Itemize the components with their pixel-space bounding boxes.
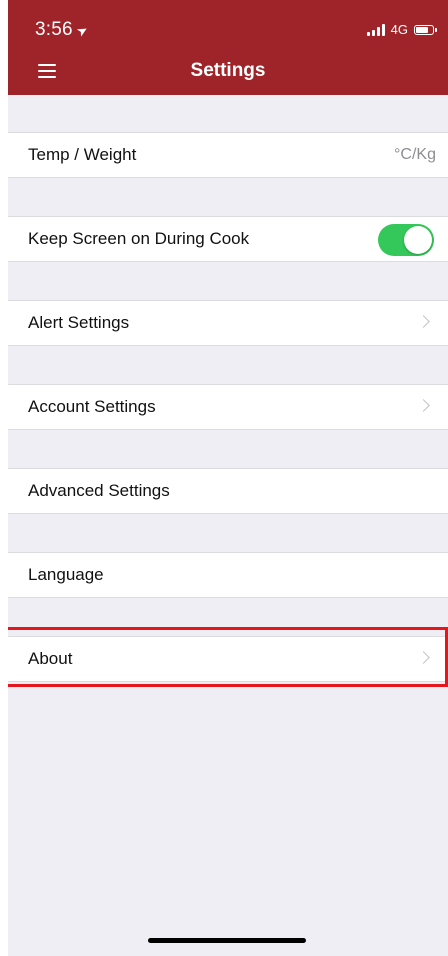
- chevron-right-icon: [417, 399, 430, 412]
- status-time-text: 3:56: [35, 19, 73, 40]
- about-highlight-box: [8, 627, 448, 687]
- keep-screen-on-row: Keep Screen on During Cook: [8, 216, 448, 262]
- keep-screen-on-label: Keep Screen on During Cook: [28, 229, 250, 248]
- status-time: 3:56➤: [35, 19, 91, 41]
- location-arrow-icon: ➤: [73, 21, 91, 40]
- account-settings-label: Account Settings: [28, 397, 156, 416]
- temp-weight-row[interactable]: Temp / Weight °C/Kg: [8, 132, 448, 178]
- alert-settings-row[interactable]: Alert Settings: [8, 300, 448, 346]
- language-row[interactable]: Language: [8, 552, 448, 598]
- app-header: 3:56➤ 4G Settings: [8, 0, 448, 95]
- keep-screen-on-toggle[interactable]: [378, 224, 434, 256]
- account-settings-row[interactable]: Account Settings: [8, 384, 448, 430]
- language-label: Language: [28, 565, 104, 584]
- advanced-settings-label: Advanced Settings: [28, 481, 170, 500]
- toggle-knob: [404, 226, 432, 254]
- network-type: 4G: [390, 22, 408, 37]
- page-title: Settings: [190, 60, 266, 81]
- advanced-settings-row[interactable]: Advanced Settings: [8, 468, 448, 514]
- temp-weight-label: Temp / Weight: [28, 145, 137, 164]
- home-indicator: [148, 938, 306, 943]
- signal-icon: [366, 23, 385, 36]
- alert-settings-label: Alert Settings: [28, 313, 130, 332]
- status-icons: 4G: [366, 22, 437, 37]
- chevron-right-icon: [417, 315, 430, 328]
- settings-screen: 3:56➤ 4G Settings Temp / Weight °C/Kg Ke…: [8, 0, 448, 956]
- battery-icon: [414, 24, 437, 35]
- temp-weight-value: °C/Kg: [394, 146, 436, 163]
